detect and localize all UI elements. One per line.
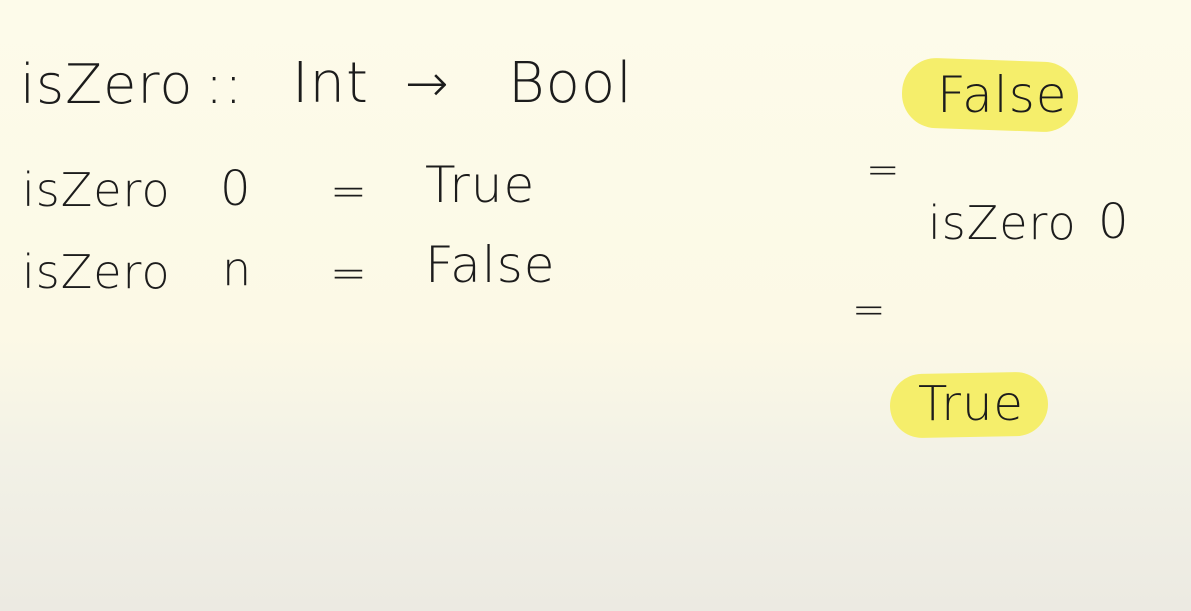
reasoning-equals-1: =	[866, 147, 901, 193]
whiteboard: isZero :: Int → Bool isZero 0 = True isZ…	[0, 0, 1191, 611]
signature-function-name: isZero	[20, 53, 194, 116]
definition-2-equals: =	[330, 248, 368, 299]
signature-output-type: Bool	[508, 51, 633, 116]
definition-1-arg: 0	[220, 161, 252, 217]
signature-colons: ::	[205, 53, 244, 116]
signature-input-type: Int	[292, 51, 369, 116]
reasoning-call-arg: 0	[1098, 194, 1130, 250]
definition-2-arg: n	[222, 242, 253, 296]
reasoning-equals-2: =	[852, 287, 887, 333]
reasoning-bottom-value: True	[918, 376, 1024, 432]
reasoning-call-name: isZero	[928, 196, 1077, 250]
definition-1-result: True	[425, 156, 536, 214]
definition-2-name: isZero	[22, 245, 171, 299]
reasoning-top-value: False	[937, 66, 1068, 124]
definition-1-equals: =	[330, 166, 368, 217]
signature-arrow: →	[405, 54, 450, 114]
definition-1-name: isZero	[22, 163, 171, 217]
definition-2-result: False	[425, 236, 556, 294]
